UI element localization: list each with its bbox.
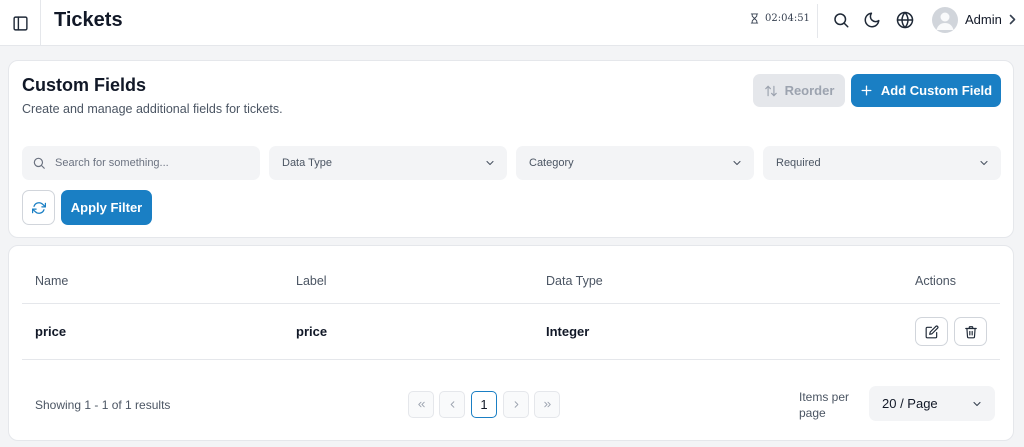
column-header-name[interactable]: Name (35, 274, 68, 288)
chevron-down-icon (980, 160, 988, 166)
hourglass-icon (750, 13, 759, 24)
language-button[interactable] (895, 10, 915, 30)
page-title: Tickets (54, 9, 123, 31)
search-icon (33, 157, 45, 169)
user-name[interactable]: Admin (965, 12, 1002, 27)
topbar-divider (817, 4, 818, 38)
column-header-label[interactable]: Label (296, 274, 327, 288)
search-icon (834, 13, 849, 28)
search-button[interactable] (831, 10, 851, 30)
user-icon (936, 12, 954, 30)
chevron-left-icon (450, 401, 454, 408)
search-field[interactable] (22, 146, 260, 180)
chevron-right-icon (514, 401, 518, 408)
add-custom-field-button[interactable]: Add Custom Field (851, 74, 1001, 107)
previous-page-button[interactable] (439, 391, 465, 418)
header-divider (22, 303, 1000, 304)
globe-icon (896, 11, 914, 29)
moon-icon (864, 12, 880, 28)
required-select-value: Required (776, 157, 821, 169)
items-per-page-value: 20 / Page (882, 396, 938, 411)
custom-fields-table: Name Label Data Type Actions price price… (8, 245, 1014, 441)
column-header-data-type[interactable]: Data Type (546, 274, 603, 288)
next-page-button[interactable] (503, 391, 529, 418)
data-type-select[interactable]: Data Type (269, 146, 507, 180)
category-select-value: Category (529, 157, 574, 169)
row-divider (22, 359, 1000, 360)
avatar[interactable] (932, 7, 958, 33)
plus-icon (861, 85, 872, 96)
last-page-button[interactable] (534, 391, 560, 418)
sidebar-toggle-icon (12, 15, 28, 31)
column-header-actions: Actions (915, 274, 956, 288)
chevron-down-icon (973, 401, 981, 406)
first-page-button[interactable] (408, 391, 434, 418)
data-type-select-value: Data Type (282, 157, 332, 169)
page-button-current[interactable]: 1 (471, 391, 497, 418)
trash-icon (964, 325, 977, 338)
add-custom-field-label: Add Custom Field (880, 83, 993, 98)
reorder-label: Reorder (784, 83, 835, 98)
category-select[interactable]: Category (516, 146, 754, 180)
double-chevron-right-icon (543, 401, 551, 408)
cell-name: price (35, 324, 67, 339)
sidebar-toggle-button[interactable] (0, 0, 41, 46)
edit-icon (925, 325, 938, 338)
required-select[interactable]: Required (763, 146, 1001, 180)
cell-data-type: Integer (546, 324, 590, 339)
top-bar: Tickets 02:04:51 Admin (0, 0, 1024, 46)
chevron-down-icon (733, 160, 741, 166)
theme-toggle-button[interactable] (862, 10, 882, 30)
search-input[interactable] (55, 157, 245, 169)
delete-button[interactable] (954, 317, 987, 346)
refresh-icon (31, 201, 46, 214)
double-chevron-left-icon (417, 401, 425, 408)
results-count: Showing 1 - 1 of 1 results (35, 398, 171, 412)
items-per-page-select[interactable]: 20 / Page (869, 386, 995, 421)
apply-filter-button[interactable]: Apply Filter (61, 190, 152, 225)
session-timer: 02:04:51 (749, 12, 810, 25)
chevron-right-icon[interactable] (1008, 13, 1017, 26)
chevron-down-icon (486, 160, 494, 166)
reset-filter-button[interactable] (22, 190, 55, 225)
section-subtitle: Create and manage additional fields for … (22, 102, 283, 116)
cell-label: price (296, 324, 328, 339)
reorder-button[interactable]: Reorder (753, 74, 845, 107)
section-title: Custom Fields (22, 75, 147, 95)
edit-button[interactable] (915, 317, 948, 346)
timer-text: 02:04:51 (765, 13, 810, 24)
items-per-page-label: Items per page (799, 390, 850, 420)
sort-arrows-icon (764, 85, 777, 96)
custom-fields-card: Custom Fields Create and manage addition… (8, 60, 1014, 238)
